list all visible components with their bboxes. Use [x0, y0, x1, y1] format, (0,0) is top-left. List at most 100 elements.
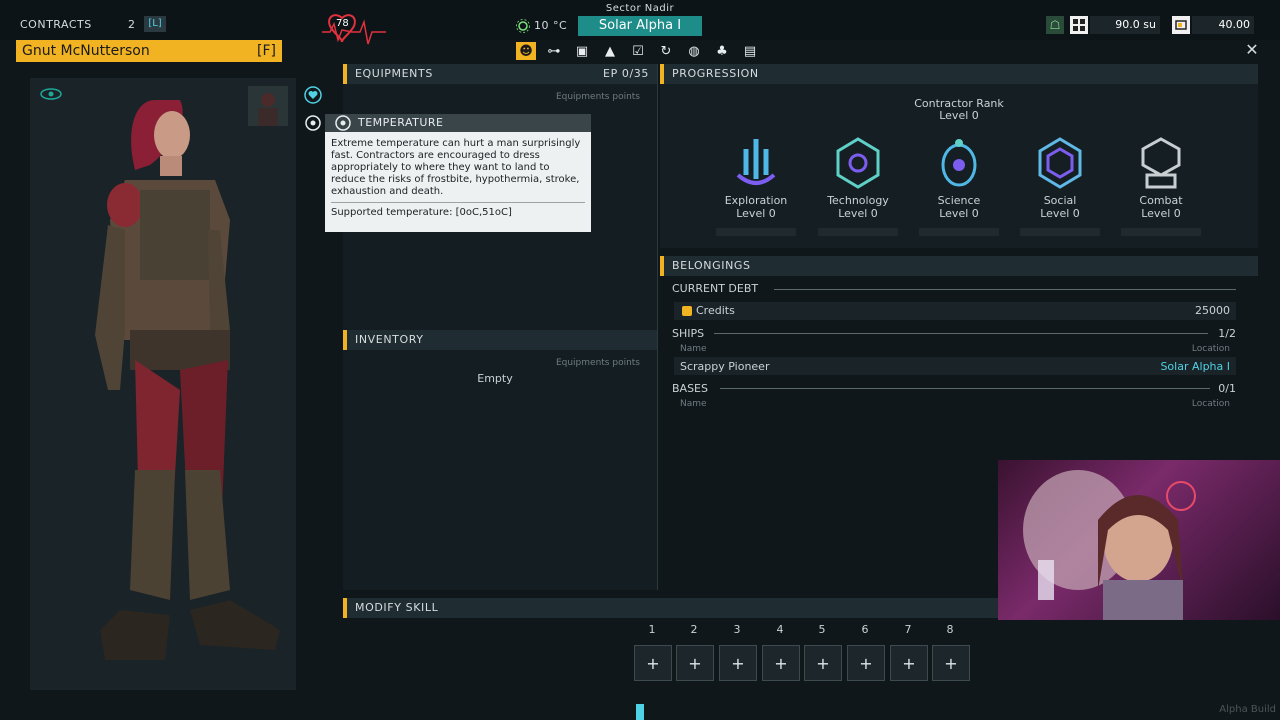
character-name: Gnut McNutterson — [22, 43, 150, 59]
credits-icon — [682, 306, 692, 316]
exploration-name: Exploration — [724, 194, 788, 207]
slot-number-1: 1 — [648, 623, 656, 636]
belongings-title: BELONGINGS — [672, 259, 751, 272]
science-name: Science — [937, 194, 981, 207]
science-level: Level 0 — [939, 207, 979, 220]
slot-number-7: 7 — [904, 623, 912, 636]
inventory-points-label: Equipments points — [555, 358, 640, 368]
equipments-header: EQUIPMENTS EP 0/35 — [343, 64, 657, 84]
map-tab-icon[interactable]: ▣ — [572, 42, 592, 60]
tasks-tab-icon[interactable]: ☑ — [628, 42, 648, 60]
social-icon — [1038, 137, 1082, 189]
technology-name: Technology — [827, 194, 889, 207]
skill-slot-button-7[interactable]: + — [890, 645, 928, 681]
sun-icon — [516, 19, 530, 33]
history-tab-icon[interactable]: ↻ — [656, 42, 676, 60]
temperature-value: 10 °C — [534, 19, 568, 32]
ships-location-col: Location — [1191, 344, 1230, 354]
combat-name: Combat — [1139, 194, 1183, 207]
money-value: 40.00 — [1192, 16, 1254, 34]
ships-label: SHIPS — [672, 327, 705, 340]
supply-value: 90.0 su — [1090, 16, 1160, 34]
current-debt-label: CURRENT DEBT — [672, 282, 759, 295]
belongings-header: BELONGINGS — [660, 256, 1258, 276]
close-icon[interactable]: ✕ — [1244, 42, 1260, 58]
tooltip-header: TEMPERATURE — [325, 114, 591, 132]
contracts-count: 2 — [128, 18, 136, 31]
bases-name-col: Name — [680, 399, 707, 409]
skill-social[interactable]: Social Level 0 — [1015, 135, 1105, 236]
skill-slot-button-3[interactable]: + — [719, 645, 757, 681]
skill-slot-button-6[interactable]: + — [847, 645, 885, 681]
technology-bar — [818, 228, 898, 236]
skill-exploration[interactable]: Exploration Level 0 — [711, 135, 801, 236]
equipments-title: EQUIPMENTS — [355, 67, 433, 80]
equipments-ep: EP 0/35 — [603, 67, 649, 80]
science-bar — [919, 228, 999, 236]
ship-tab-icon[interactable]: ▲ — [600, 42, 620, 60]
social-bar — [1020, 228, 1100, 236]
heart-status-icon[interactable] — [304, 86, 322, 104]
inventory-title: INVENTORY — [355, 333, 424, 346]
globe-tab-icon[interactable]: ◍ — [684, 42, 704, 60]
technology-level: Level 0 — [838, 207, 878, 220]
inventory-header: INVENTORY — [343, 330, 657, 350]
grid-icon[interactable] — [1070, 16, 1088, 34]
hierarchy-tab-icon[interactable]: ⊶ — [544, 42, 564, 60]
slot-number-5: 5 — [818, 623, 826, 636]
heart-monitor — [322, 12, 388, 52]
slot-number-3: 3 — [733, 623, 741, 636]
skill-technology[interactable]: Technology Level 0 — [813, 135, 903, 236]
robot-icon[interactable]: ☖ — [1046, 16, 1064, 34]
character-model — [80, 90, 290, 665]
log-tab-icon[interactable]: ▤ — [740, 42, 760, 60]
exploration-bar — [716, 228, 796, 236]
eye-icon[interactable] — [40, 88, 62, 100]
character-key: [F] — [257, 43, 276, 59]
sector-name: Sector Nadir — [605, 3, 675, 14]
inventory-empty: Empty — [477, 372, 513, 385]
skill-slot-button-5[interactable]: + — [804, 645, 842, 681]
skill-slot-button-2[interactable]: + — [676, 645, 714, 681]
progression-header: PROGRESSION — [660, 64, 1258, 84]
slot-number-4: 4 — [776, 623, 784, 636]
science-icon — [941, 139, 977, 187]
ship-location[interactable]: Solar Alpha I — [1140, 360, 1230, 373]
nav-toolbar: ☻ ⊶ ▣ ▲ ☑ ↻ ◍ ♣ ▤ — [510, 42, 770, 62]
webcam-overlay — [998, 460, 1280, 620]
exploration-icon — [736, 139, 776, 185]
credits-value: 25000 — [1195, 304, 1230, 317]
build-label: Alpha Build — [1219, 704, 1276, 715]
contracts-key: [L] — [144, 16, 166, 32]
thermometer-icon — [335, 115, 351, 131]
character-name-tab[interactable]: Gnut McNutterson [F] — [16, 40, 282, 62]
ships-count: 1/2 — [1218, 327, 1236, 340]
bases-label: BASES — [672, 382, 708, 395]
skill-slot-button-4[interactable]: + — [762, 645, 800, 681]
slot-number-8: 8 — [946, 623, 954, 636]
heart-icon — [322, 14, 386, 45]
exploration-level: Level 0 — [736, 207, 776, 220]
combat-icon — [1141, 137, 1181, 189]
battery-icon[interactable] — [1172, 16, 1190, 34]
bases-count: 0/1 — [1218, 382, 1236, 395]
skill-science[interactable]: Science Level 0 — [914, 135, 1004, 236]
technology-icon — [836, 137, 880, 189]
progress-indicator — [636, 704, 644, 720]
progression-title: PROGRESSION — [672, 67, 759, 80]
social-level: Level 0 — [1040, 207, 1080, 220]
skill-slot-button-8[interactable]: + — [932, 645, 970, 681]
people-tab-icon[interactable]: ♣ — [712, 42, 732, 60]
location-name[interactable]: Solar Alpha I — [578, 16, 702, 36]
contractor-rank: Contractor Rank Level 0 — [900, 98, 1018, 122]
equipments-points-label: Equipments points — [555, 92, 640, 102]
skill-slot-button-1[interactable]: + — [634, 645, 672, 681]
social-name: Social — [1043, 194, 1077, 207]
temperature-status-icon[interactable] — [304, 114, 322, 132]
combat-bar — [1121, 228, 1201, 236]
credits-label: Credits — [696, 304, 735, 317]
character-tab-icon[interactable]: ☻ — [516, 42, 536, 60]
skill-combat[interactable]: Combat Level 0 — [1116, 135, 1206, 236]
contracts-label[interactable]: CONTRACTS — [20, 18, 92, 31]
ships-name-col: Name — [680, 344, 707, 354]
